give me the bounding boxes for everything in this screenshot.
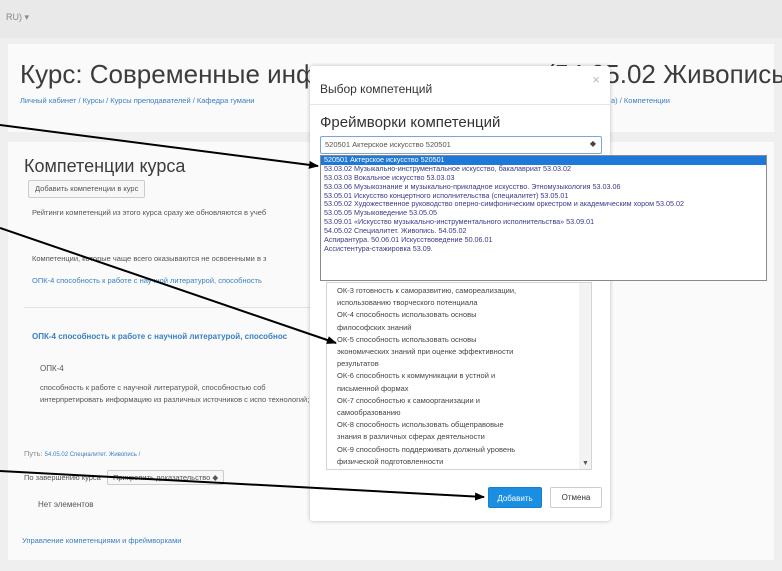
breadcrumb-tail[interactable]: а) / Компетенции <box>611 96 670 105</box>
competency-list-item[interactable]: ОК-4 способность использовать основы <box>337 309 573 321</box>
path-link[interactable]: 54.05.02 Специалитет. Живопись / <box>45 452 141 458</box>
competency-list[interactable]: ОК-3 готовность к саморазвитию, самореал… <box>326 282 592 470</box>
competency-list-item[interactable]: письменной формах <box>337 383 573 395</box>
add-competencies-button[interactable]: Добавить компетенции в курс <box>28 180 146 198</box>
section-title: Компетенции курса <box>24 156 186 176</box>
dropdown-option[interactable]: Ассистентура-стажировка 53.09. <box>321 244 766 254</box>
cancel-button[interactable]: Отмена <box>550 487 602 508</box>
competency-list-item[interactable]: экономических знаний при оценке эффектив… <box>337 346 573 358</box>
framework-select-value: 520501 Актерское искусство 520501 <box>325 140 451 149</box>
competency-code: ОПК-4 <box>40 364 64 373</box>
path-label: Путь: <box>24 449 43 458</box>
rating-note: Рейтинги компетенций из этого курса сраз… <box>32 208 267 217</box>
competency-list-item[interactable]: философских знаний <box>337 322 573 334</box>
competency-picker-dialog: Выбор компетенций × Фреймворки компетенц… <box>310 66 610 521</box>
path-row: Путь: 54.05.02 Специалитет. Живопись / <box>24 449 140 458</box>
not-mastered-note: Компетенции, которые чаще всего оказываю… <box>32 254 267 263</box>
scroll-down-icon[interactable]: ▼ <box>582 460 589 467</box>
framework-dropdown-list[interactable]: 520501 Актерское искусство 520501 53.03.0… <box>320 155 767 281</box>
select-caret-icon: ◆ <box>589 139 596 148</box>
competency-list-item[interactable]: физической подготовленности <box>337 456 573 468</box>
manage-competencies-link[interactable]: Управление компетенциями и фреймворками <box>22 536 181 545</box>
competency-list-item[interactable]: ОК-8 способность использовать общеправов… <box>337 419 573 431</box>
competency-list-item[interactable]: ОК-5 способность использовать основы <box>337 334 573 346</box>
competency-list-item[interactable]: ОК-7 способностью к самоорганизации и <box>337 395 573 407</box>
language-menu[interactable]: RU) ▾ <box>6 12 29 23</box>
competency-list-item[interactable]: ОК-9 способность поддерживать должный ур… <box>337 444 573 456</box>
competency-heading-link[interactable]: ОПК-4 способность к работе с научной лит… <box>32 332 287 341</box>
dialog-divider <box>310 104 610 105</box>
top-navbar: RU) ▾ <box>0 0 782 38</box>
attach-evidence-select[interactable]: Прикрепить доказательство ◆ <box>106 470 225 485</box>
framework-select[interactable]: 520501 Актерское искусство 520501 ◆ <box>320 136 602 154</box>
not-mastered-link[interactable]: ОПК-4 способность к работе с научной лит… <box>32 276 262 285</box>
competency-list-item[interactable]: использованию творческого потенциала <box>337 297 573 309</box>
competency-list-item[interactable]: знания в различных сферах деятельности <box>337 431 573 443</box>
competency-list-item[interactable]: самообразованию <box>337 407 573 419</box>
competency-list-item[interactable]: ОК-3 готовность к саморазвитию, самореал… <box>337 285 573 297</box>
breadcrumb[interactable]: Личный кабинет / Курсы / Курсы преподава… <box>20 96 254 105</box>
competency-description: способность к работе с научной литератур… <box>40 383 310 404</box>
competency-list-items: ОК-3 готовность к саморазвитию, самореал… <box>337 285 573 468</box>
dialog-subtitle: Фреймворки компетенций <box>320 114 501 131</box>
evidence-label: По завершению курса <box>24 473 101 482</box>
no-elements-text: Нет элементов <box>38 500 94 509</box>
add-button[interactable]: Добавить <box>488 487 542 508</box>
dialog-title: Выбор компетенций <box>320 82 433 96</box>
close-icon[interactable]: × <box>592 72 600 87</box>
divider <box>24 307 314 308</box>
evidence-row: По завершению курса Прикрепить доказател… <box>24 470 225 485</box>
competency-list-item[interactable]: ОК-6 способность к коммуникации в устной… <box>337 370 573 382</box>
scrollbar[interactable]: ▼ <box>579 283 591 469</box>
competency-list-item[interactable]: результатов <box>337 358 573 370</box>
